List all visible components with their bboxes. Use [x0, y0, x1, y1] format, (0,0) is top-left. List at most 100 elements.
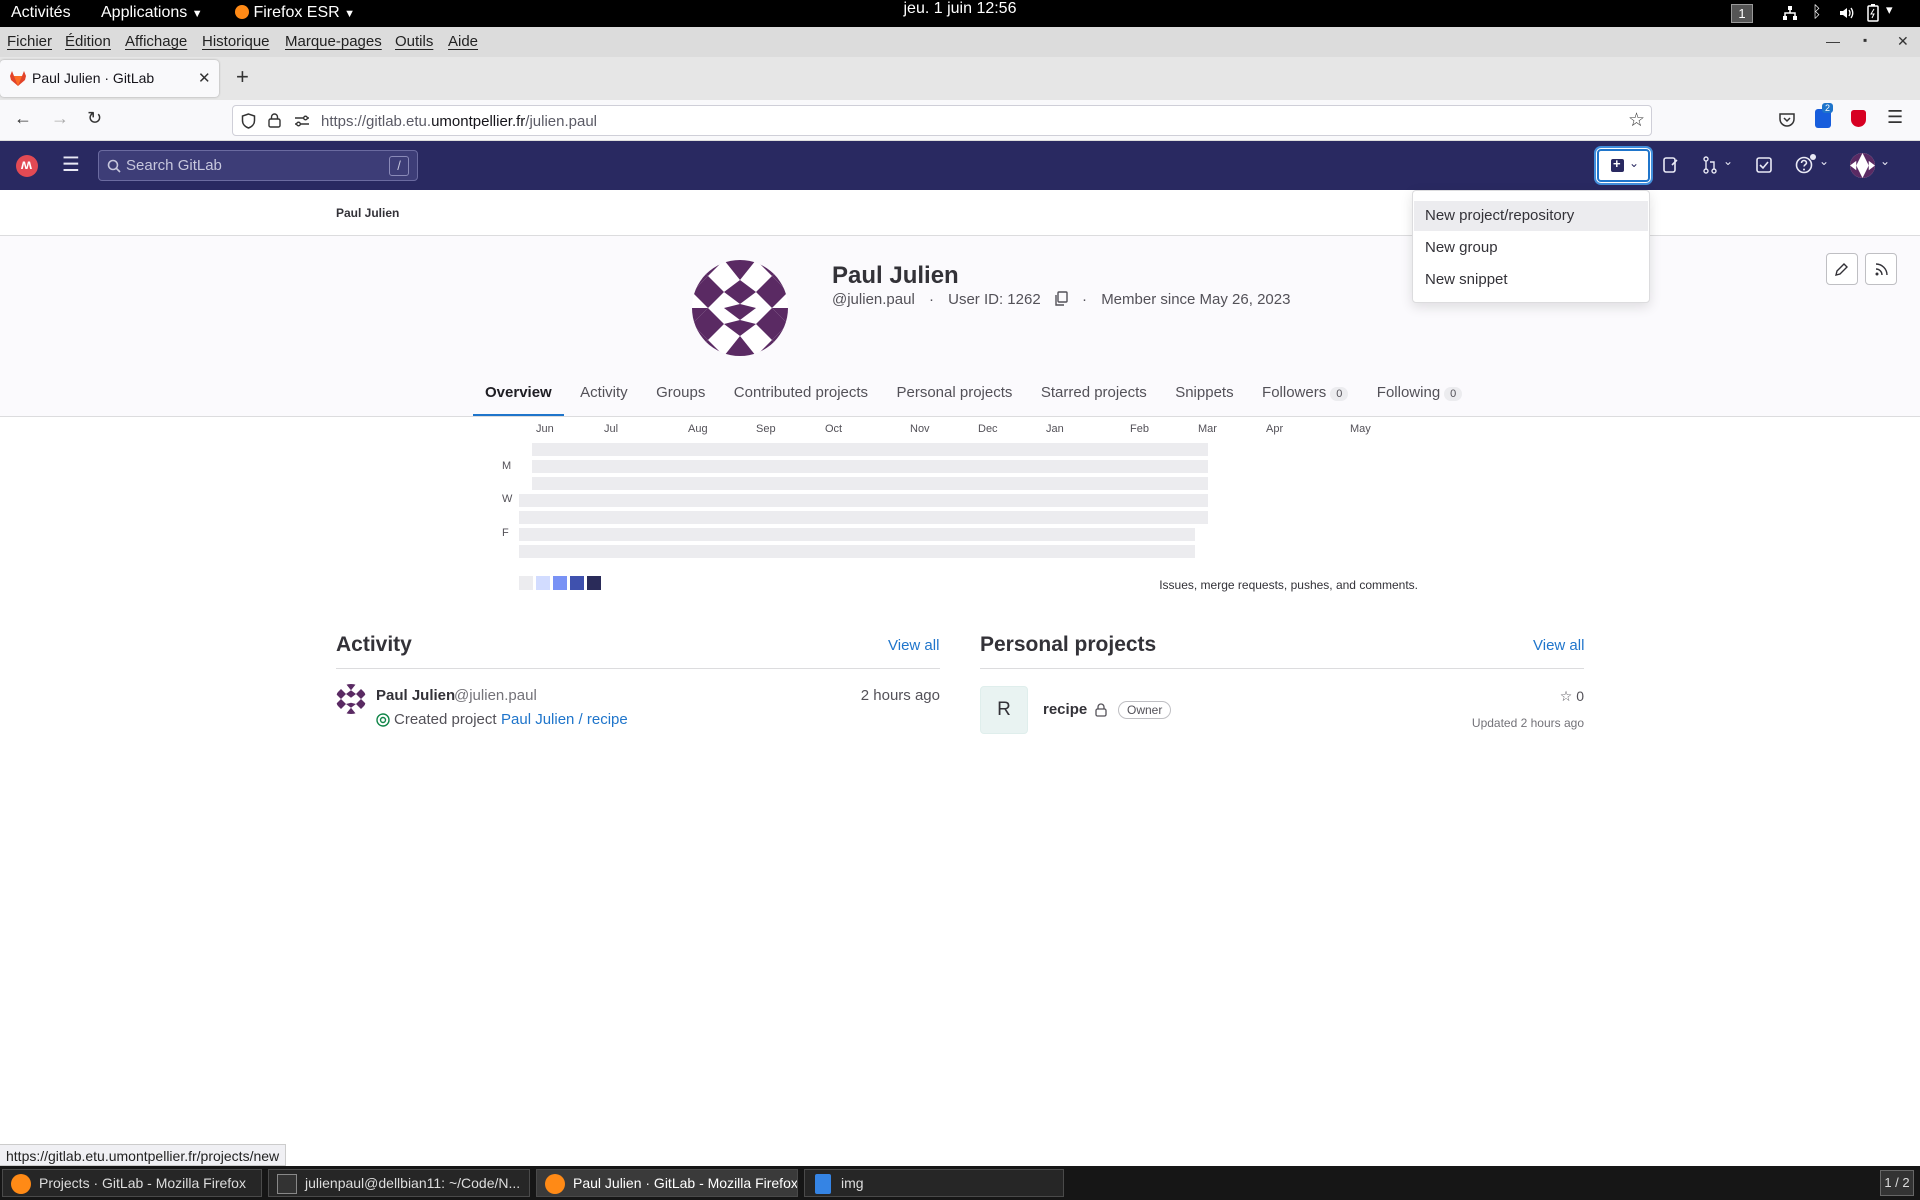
calendar-day-cell[interactable]	[909, 528, 922, 541]
calendar-day-cell[interactable]	[701, 528, 714, 541]
calendar-day-cell[interactable]	[974, 528, 987, 541]
calendar-day-cell[interactable]	[857, 511, 870, 524]
calendar-day-cell[interactable]	[610, 477, 623, 490]
calendar-day-cell[interactable]	[883, 545, 896, 558]
calendar-day-cell[interactable]	[1195, 443, 1208, 456]
calendar-day-cell[interactable]	[1143, 545, 1156, 558]
calendar-day-cell[interactable]	[1065, 494, 1078, 507]
calendar-day-cell[interactable]	[1195, 477, 1208, 490]
calendar-day-cell[interactable]	[766, 494, 779, 507]
chevron-down-icon[interactable]: ⌄	[1880, 154, 1890, 168]
calendar-day-cell[interactable]	[662, 511, 675, 524]
applications-menu[interactable]: Applications ▼	[101, 4, 203, 22]
calendar-day-cell[interactable]	[740, 545, 753, 558]
calendar-day-cell[interactable]	[909, 460, 922, 473]
calendar-day-cell[interactable]	[792, 460, 805, 473]
edit-profile-button[interactable]	[1826, 253, 1858, 285]
calendar-day-cell[interactable]	[909, 477, 922, 490]
tab-contributed-projects[interactable]: Contributed projects	[722, 376, 880, 414]
calendar-day-cell[interactable]	[714, 460, 727, 473]
calendar-day-cell[interactable]	[844, 528, 857, 541]
calendar-day-cell[interactable]	[597, 443, 610, 456]
issues-icon[interactable]	[1663, 156, 1679, 174]
calendar-day-cell[interactable]	[766, 477, 779, 490]
calendar-day-cell[interactable]	[766, 511, 779, 524]
calendar-day-cell[interactable]	[753, 443, 766, 456]
calendar-day-cell[interactable]	[948, 460, 961, 473]
calendar-day-cell[interactable]	[610, 511, 623, 524]
bookmark-star-icon[interactable]: ☆	[1628, 109, 1645, 132]
todo-icon[interactable]	[1756, 157, 1772, 173]
calendar-day-cell[interactable]	[935, 443, 948, 456]
new-dropdown-button[interactable]: + ⌄	[1597, 149, 1650, 182]
calendar-day-cell[interactable]	[1156, 528, 1169, 541]
calendar-day-cell[interactable]	[1052, 511, 1065, 524]
calendar-day-cell[interactable]	[1104, 545, 1117, 558]
calendar-day-cell[interactable]	[571, 511, 584, 524]
calendar-day-cell[interactable]	[753, 511, 766, 524]
menu-file[interactable]: Fichier	[7, 33, 52, 50]
calendar-day-cell[interactable]	[714, 443, 727, 456]
calendar-day-cell[interactable]	[1182, 477, 1195, 490]
calendar-day-cell[interactable]	[792, 511, 805, 524]
calendar-day-cell[interactable]	[1000, 511, 1013, 524]
calendar-day-cell[interactable]	[714, 477, 727, 490]
calendar-day-cell[interactable]	[1169, 477, 1182, 490]
calendar-day-cell[interactable]	[961, 545, 974, 558]
calendar-day-cell[interactable]	[1091, 494, 1104, 507]
calendar-day-cell[interactable]	[519, 528, 532, 541]
calendar-day-cell[interactable]	[857, 528, 870, 541]
calendar-day-cell[interactable]	[896, 545, 909, 558]
calendar-day-cell[interactable]	[909, 494, 922, 507]
calendar-day-cell[interactable]	[701, 477, 714, 490]
tab-starred-projects[interactable]: Starred projects	[1029, 376, 1159, 414]
calendar-day-cell[interactable]	[662, 494, 675, 507]
calendar-day-cell[interactable]	[987, 511, 1000, 524]
calendar-day-cell[interactable]	[532, 494, 545, 507]
calendar-day-cell[interactable]	[701, 443, 714, 456]
calendar-day-cell[interactable]	[1130, 443, 1143, 456]
calendar-day-cell[interactable]	[636, 460, 649, 473]
calendar-day-cell[interactable]	[1156, 443, 1169, 456]
calendar-day-cell[interactable]	[1013, 477, 1026, 490]
calendar-day-cell[interactable]	[1026, 460, 1039, 473]
calendar-day-cell[interactable]	[1156, 494, 1169, 507]
activity-view-all-link[interactable]: View all	[888, 637, 939, 654]
taskbar-item[interactable]: img	[804, 1169, 1064, 1197]
chevron-down-icon[interactable]: ⌄	[1819, 154, 1829, 168]
calendar-day-cell[interactable]	[727, 477, 740, 490]
browser-tab[interactable]: Paul Julien · GitLab ✕	[0, 60, 219, 97]
calendar-day-cell[interactable]	[610, 460, 623, 473]
calendar-day-cell[interactable]	[753, 477, 766, 490]
calendar-day-cell[interactable]	[701, 511, 714, 524]
calendar-day-cell[interactable]	[610, 528, 623, 541]
search-input[interactable]: Search GitLab /	[98, 150, 418, 181]
calendar-day-cell[interactable]	[1130, 511, 1143, 524]
calendar-day-cell[interactable]	[571, 477, 584, 490]
calendar-day-cell[interactable]	[896, 443, 909, 456]
calendar-day-cell[interactable]	[883, 528, 896, 541]
calendar-day-cell[interactable]	[1130, 477, 1143, 490]
calendar-day-cell[interactable]	[584, 494, 597, 507]
calendar-day-cell[interactable]	[805, 460, 818, 473]
network-icon[interactable]	[1782, 5, 1798, 21]
calendar-day-cell[interactable]	[1052, 443, 1065, 456]
shield-icon[interactable]	[241, 113, 256, 129]
calendar-day-cell[interactable]	[883, 494, 896, 507]
calendar-day-cell[interactable]	[1091, 443, 1104, 456]
calendar-day-cell[interactable]	[948, 528, 961, 541]
menu-history[interactable]: Historique	[202, 33, 270, 50]
calendar-day-cell[interactable]	[909, 511, 922, 524]
calendar-day-cell[interactable]	[1117, 460, 1130, 473]
calendar-day-cell[interactable]	[1143, 494, 1156, 507]
calendar-day-cell[interactable]	[961, 511, 974, 524]
project-stars[interactable]: ☆ 0	[1560, 688, 1584, 705]
calendar-day-cell[interactable]	[636, 528, 649, 541]
calendar-day-cell[interactable]	[649, 443, 662, 456]
calendar-day-cell[interactable]	[519, 511, 532, 524]
calendar-day-cell[interactable]	[1052, 494, 1065, 507]
calendar-day-cell[interactable]	[662, 528, 675, 541]
calendar-day-cell[interactable]	[857, 443, 870, 456]
calendar-day-cell[interactable]	[1156, 545, 1169, 558]
calendar-day-cell[interactable]	[636, 443, 649, 456]
